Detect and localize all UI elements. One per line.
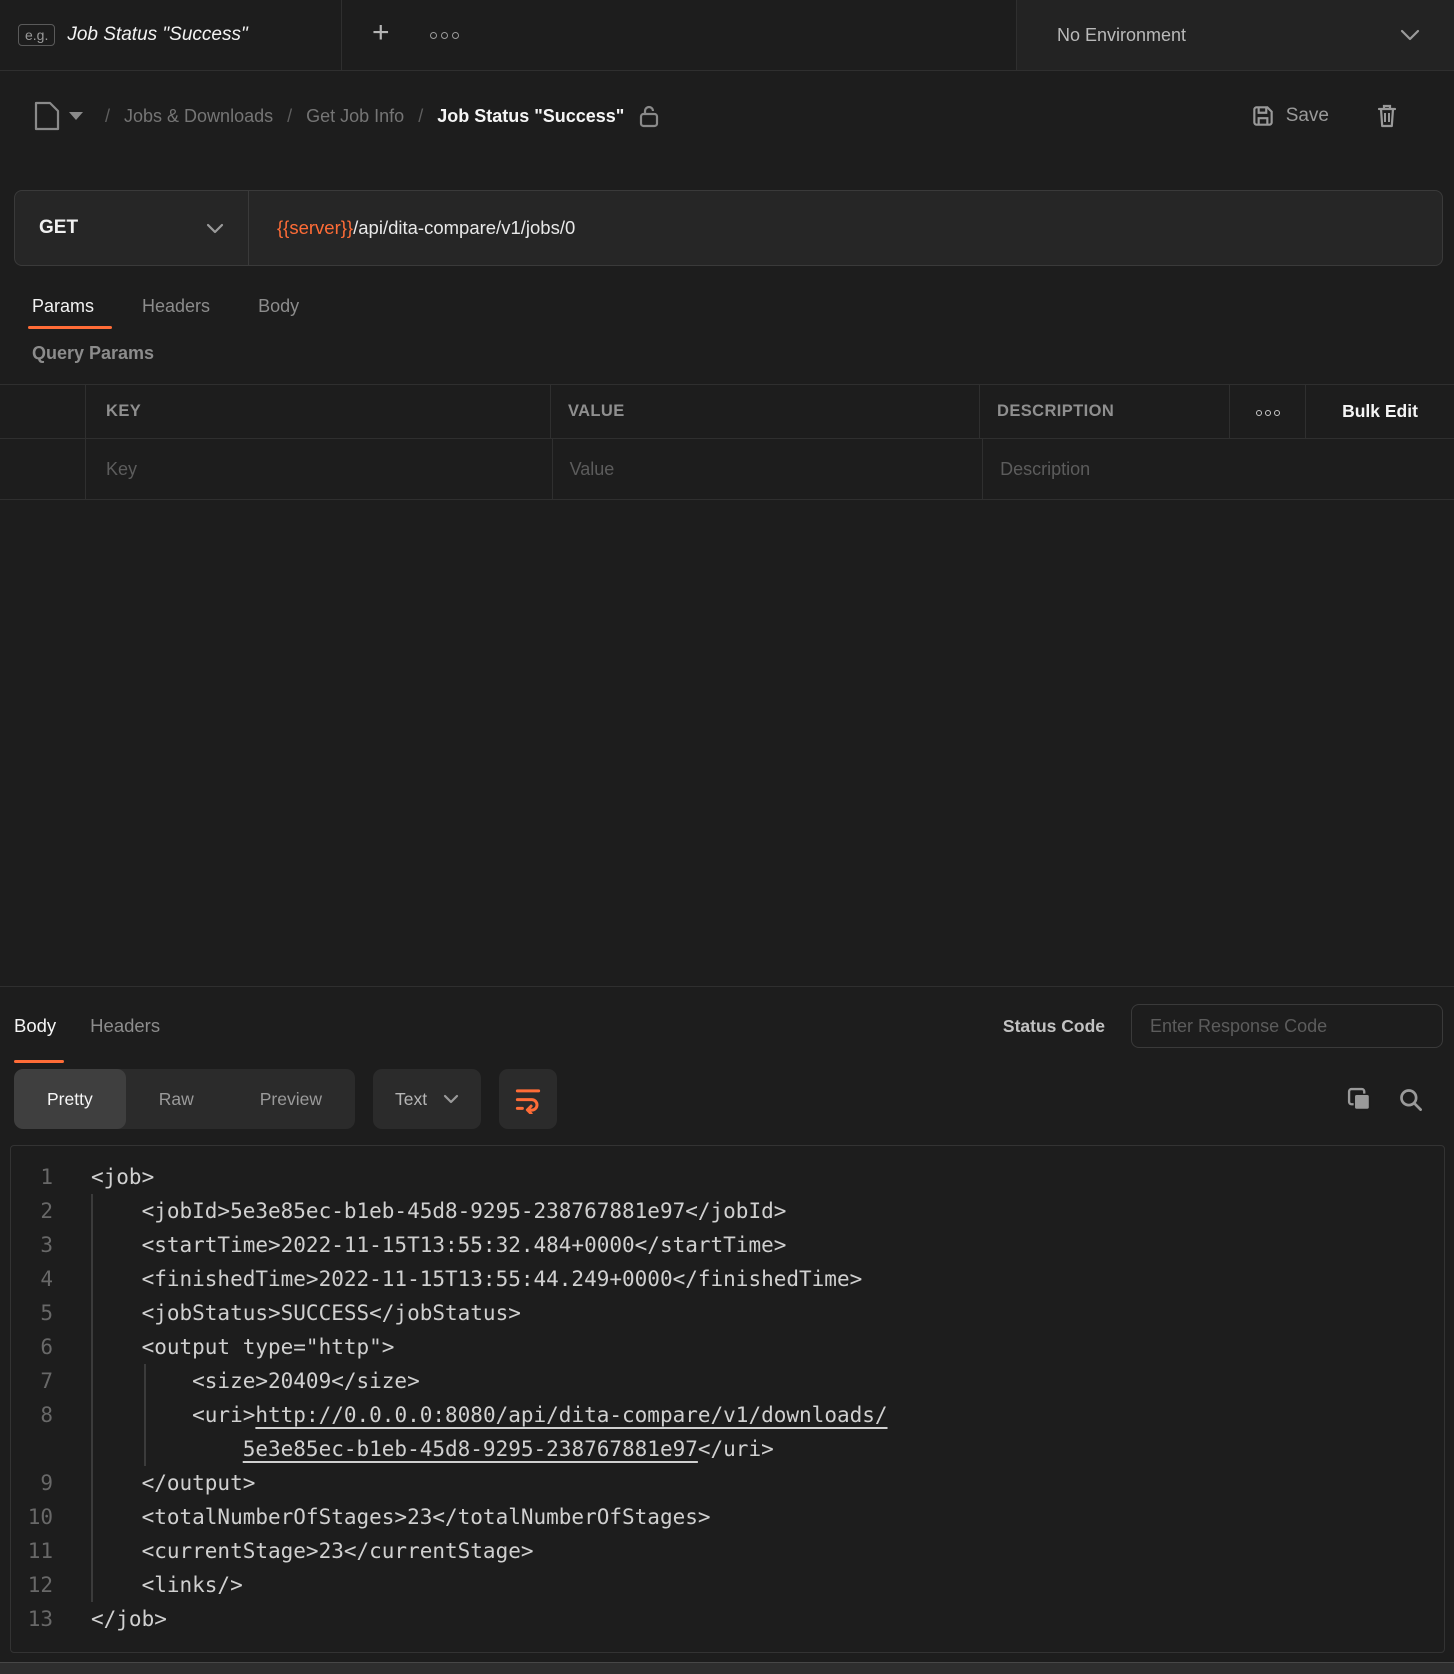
code-lines: 1<job>2 <jobId>5e3e85ec-b1eb-45d8-9295-2… [11, 1160, 1444, 1636]
wrap-lines-icon [513, 1084, 543, 1114]
code-line: 1<job> [11, 1160, 1444, 1194]
code-line: 7 <size>20409</size> [11, 1364, 1444, 1398]
view-mode-raw[interactable]: Raw [126, 1069, 227, 1129]
url-path: /api/dita-compare/v1/jobs/0 [353, 217, 575, 239]
description-input[interactable]: Description [983, 439, 1454, 499]
request-tab[interactable]: e.g. Job Status "Success" [0, 0, 342, 70]
request-tabs: Params Headers Body [0, 296, 1454, 329]
breadcrumb-separator: / [418, 106, 423, 127]
save-label: Save [1286, 105, 1329, 127]
request-tab-title: Job Status "Success" [67, 24, 247, 46]
chevron-down-icon [443, 1094, 459, 1104]
code-line: 4 <finishedTime>2022-11-15T13:55:44.249+… [11, 1262, 1444, 1296]
response-tab-body[interactable]: Body [14, 1015, 56, 1037]
bulk-edit-button[interactable]: Bulk Edit [1306, 385, 1454, 438]
column-header-value: VALUE [551, 385, 980, 438]
code-line: 5 <jobStatus>SUCCESS</jobStatus> [11, 1296, 1444, 1330]
query-params-table: KEY VALUE DESCRIPTION Bulk Edit Key Valu… [0, 384, 1454, 500]
breadcrumb-row: / Jobs & Downloads / Get Job Info / Job … [0, 71, 1454, 161]
environment-label: No Environment [1057, 25, 1400, 46]
more-options-icon[interactable] [430, 32, 459, 39]
column-options-button[interactable] [1230, 385, 1306, 438]
collection-dropdown-icon[interactable] [69, 112, 83, 120]
column-header-description: DESCRIPTION [980, 385, 1230, 438]
copy-icon[interactable] [1345, 1085, 1373, 1113]
key-input[interactable]: Key [86, 439, 553, 499]
code-line: 9 </output> [11, 1466, 1444, 1500]
collection-icon[interactable] [33, 101, 61, 131]
save-icon [1250, 103, 1276, 129]
breadcrumb-separator: / [287, 106, 292, 127]
code-line: 10 <totalNumberOfStages>23</totalNumberO… [11, 1500, 1444, 1534]
language-label: Text [395, 1089, 427, 1110]
more-options-icon [1254, 403, 1281, 421]
row-handle-column [0, 385, 86, 438]
code-line: 13</job> [11, 1602, 1444, 1636]
search-icon[interactable] [1397, 1086, 1424, 1113]
breadcrumb-item-folder[interactable]: Get Job Info [306, 106, 404, 127]
code-line: 12 <links/> [11, 1568, 1444, 1602]
column-header-key: KEY [86, 385, 551, 438]
code-line: 11 <currentStage>23</currentStage> [11, 1534, 1444, 1568]
response-body-viewer[interactable]: 1<job>2 <jobId>5e3e85ec-b1eb-45d8-9295-2… [10, 1145, 1445, 1653]
trash-icon [1375, 102, 1399, 130]
tab-params[interactable]: Params [32, 296, 94, 329]
wrap-lines-button[interactable] [499, 1069, 557, 1129]
code-line: 3 <startTime>2022-11-15T13:55:32.484+000… [11, 1228, 1444, 1262]
url-variable: {{server}} [277, 217, 353, 239]
language-selector[interactable]: Text [373, 1069, 481, 1129]
method-selector[interactable]: GET [15, 191, 249, 265]
breadcrumb-item-current: Job Status "Success" [437, 106, 624, 127]
view-mode-switch: Pretty Raw Preview [14, 1069, 355, 1129]
code-line: 6 <output type="http"> [11, 1330, 1444, 1364]
code-line: 8 <uri>http://0.0.0.0:8080/api/dita-comp… [11, 1398, 1444, 1432]
view-mode-pretty[interactable]: Pretty [14, 1069, 126, 1129]
response-header: Body Headers Status Code [0, 987, 1454, 1065]
request-url-bar: GET {{server}}/api/dita-compare/v1/jobs/… [14, 190, 1443, 266]
environment-selector[interactable]: No Environment [1016, 0, 1454, 70]
response-code-input[interactable] [1131, 1004, 1443, 1048]
tab-body[interactable]: Body [258, 296, 299, 329]
lock-icon [638, 103, 660, 129]
new-tab-button[interactable]: + [372, 18, 390, 48]
chevron-down-icon [206, 223, 224, 234]
delete-button[interactable] [1375, 102, 1399, 130]
query-params-heading: Query Params [0, 343, 1454, 364]
chevron-down-icon [1400, 29, 1420, 41]
code-line: 5e3e85ec-b1eb-45d8-9295-238767881e97</ur… [11, 1432, 1444, 1466]
url-input[interactable]: {{server}}/api/dita-compare/v1/jobs/0 [249, 191, 575, 265]
download-link[interactable]: http://0.0.0.0:8080/api/dita-compare/v1/… [255, 1403, 887, 1427]
response-toolbar: Pretty Raw Preview Text [14, 1069, 1424, 1129]
save-button[interactable]: Save [1250, 103, 1329, 129]
bottom-panel-edge [0, 1662, 1454, 1674]
value-input[interactable]: Value [553, 439, 984, 499]
status-code-label: Status Code [1003, 1016, 1105, 1037]
tab-headers[interactable]: Headers [142, 296, 210, 329]
method-label: GET [39, 217, 206, 239]
tab-bar: e.g. Job Status "Success" + No Environme… [0, 0, 1454, 71]
code-line: 2 <jobId>5e3e85ec-b1eb-45d8-9295-2387678… [11, 1194, 1444, 1228]
response-tab-headers[interactable]: Headers [90, 1015, 160, 1037]
row-handle-column [0, 439, 86, 499]
download-link[interactable]: 5e3e85ec-b1eb-45d8-9295-238767881e97 [243, 1437, 698, 1461]
table-row: Key Value Description [0, 438, 1454, 500]
breadcrumb-item-collection[interactable]: Jobs & Downloads [124, 106, 273, 127]
example-badge: e.g. [18, 24, 55, 46]
view-mode-preview[interactable]: Preview [227, 1069, 355, 1129]
breadcrumb: / Jobs & Downloads / Get Job Info / Job … [105, 106, 624, 127]
breadcrumb-separator: / [105, 106, 110, 127]
table-header-row: KEY VALUE DESCRIPTION Bulk Edit [0, 384, 1454, 438]
